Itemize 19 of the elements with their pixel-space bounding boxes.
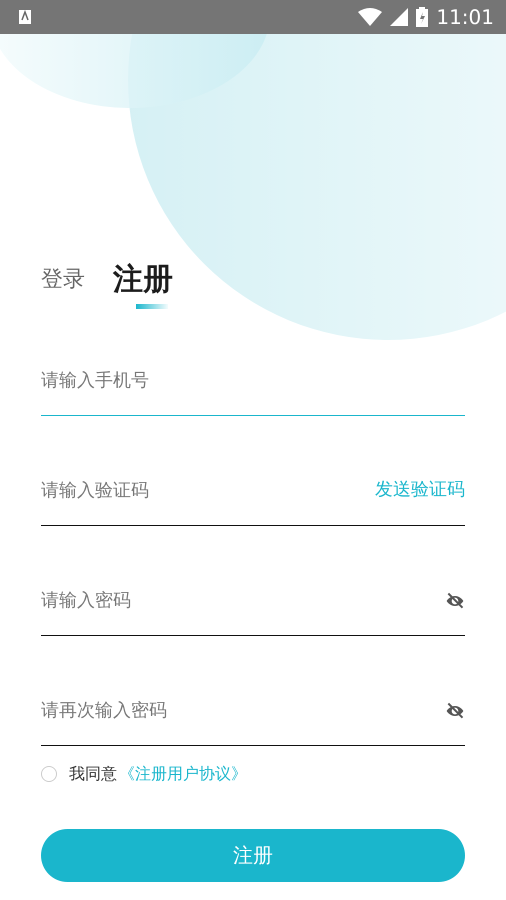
send-code-button[interactable]: 发送验证码 (375, 477, 465, 501)
tab-indicator (136, 304, 168, 309)
input-field[interactable]: 请再次输入密码 (41, 700, 445, 721)
hidden-eye-icon[interactable] (445, 701, 465, 721)
tab[interactable]: 注册 (113, 252, 173, 306)
input-field[interactable]: 请输入验证码 (41, 480, 375, 501)
battery-icon (416, 7, 428, 27)
agree-checkbox[interactable] (41, 766, 57, 782)
signal-icon (390, 8, 408, 26)
status-time: 11:01 (436, 5, 494, 29)
keyboard-icon (18, 9, 32, 25)
input-field[interactable]: 请输入手机号 (41, 370, 465, 391)
input-field[interactable]: 请输入密码 (41, 590, 445, 611)
hidden-eye-icon[interactable] (445, 591, 465, 611)
wifi-icon (358, 8, 382, 26)
tab[interactable]: 登录 (41, 252, 85, 306)
register-button[interactable]: 注册 (41, 829, 465, 882)
agree-label: 我同意 (69, 764, 117, 784)
agreement-link[interactable]: 《注册用户协议》 (119, 764, 247, 784)
